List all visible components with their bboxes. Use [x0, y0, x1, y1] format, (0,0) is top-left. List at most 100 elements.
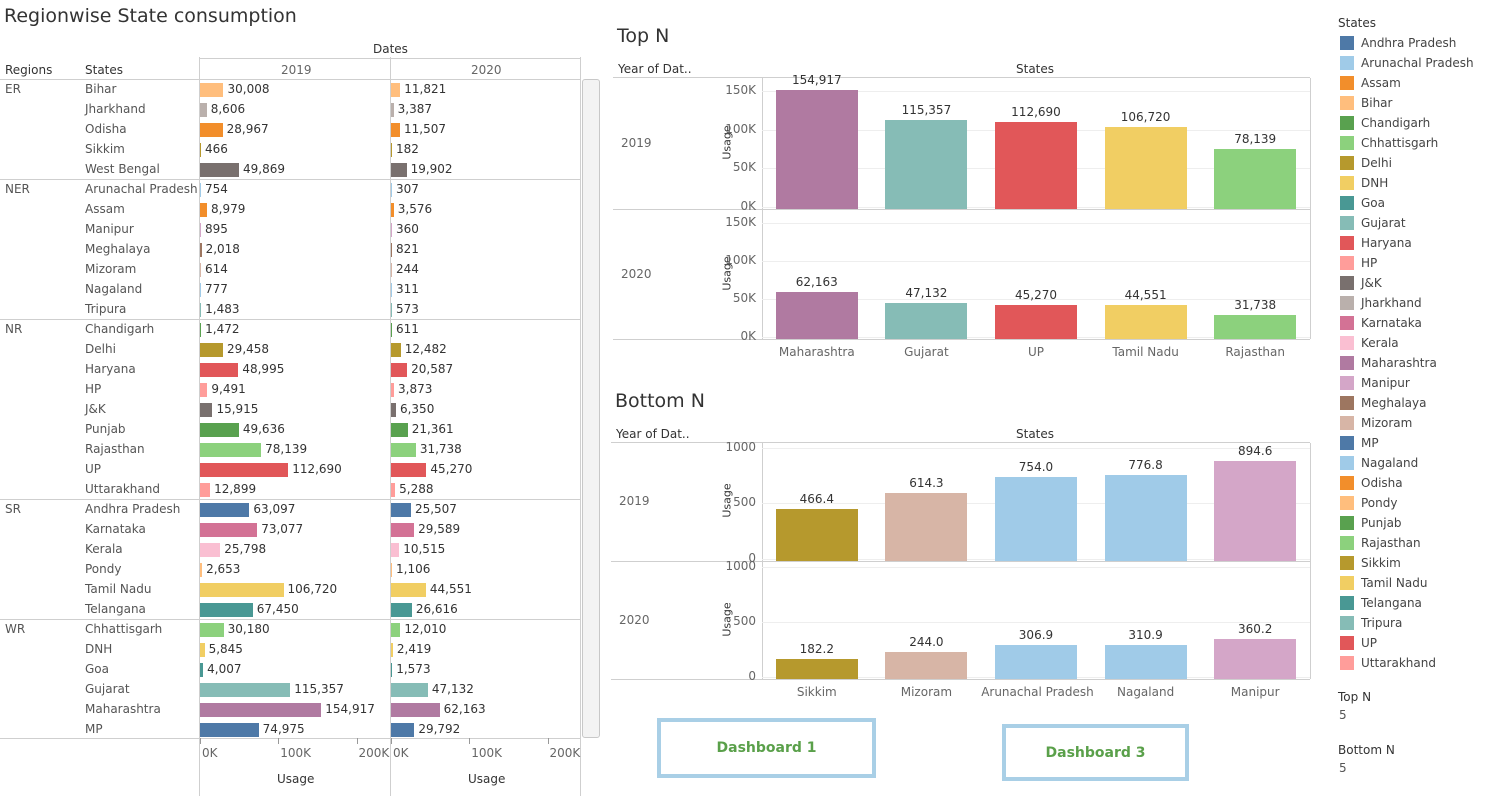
bar-value-label: 115,357	[901, 103, 952, 118]
bar-value-label: 106,720	[1120, 109, 1171, 124]
legend-item[interactable]: Bihar	[1340, 95, 1392, 111]
state-label: Nagaland	[85, 282, 143, 296]
legend-item[interactable]: Tamil Nadu	[1340, 575, 1427, 591]
legend-item[interactable]: Jharkhand	[1340, 295, 1422, 311]
states-header: States	[85, 63, 124, 77]
legend-swatch	[1340, 616, 1354, 630]
legend-label: Nagaland	[1361, 456, 1419, 470]
legend-item[interactable]: Rajasthan	[1340, 535, 1421, 551]
legend-swatch	[1340, 256, 1354, 270]
bar-2019	[200, 383, 208, 397]
dashboard-3-button[interactable]: Dashboard 3	[1002, 724, 1189, 781]
bar-2019	[200, 663, 204, 677]
year-label: 2019	[619, 494, 650, 508]
bar-2020	[391, 603, 412, 617]
legend-item[interactable]: Arunachal Pradesh	[1340, 55, 1474, 71]
bar-2020	[391, 703, 440, 717]
bar-2019	[200, 283, 201, 297]
legend-item[interactable]: Pondy	[1340, 495, 1397, 511]
legend-item[interactable]: Meghalaya	[1340, 395, 1426, 411]
bar-label-2020: 62,163	[443, 702, 486, 716]
legend-item[interactable]: Karnataka	[1340, 315, 1422, 331]
bar-2020	[391, 683, 428, 697]
legend-item[interactable]: Sikkim	[1340, 555, 1401, 571]
bar-label-2019: 49,636	[242, 422, 285, 436]
bar-label-2019: 12,899	[214, 482, 257, 496]
legend-swatch	[1340, 636, 1354, 650]
legend-item[interactable]: J&K	[1340, 275, 1382, 291]
legend-item[interactable]: Delhi	[1340, 155, 1392, 171]
legend-item[interactable]: Punjab	[1340, 515, 1402, 531]
legend-item[interactable]: Uttarakhand	[1340, 655, 1436, 671]
legend-item[interactable]: Mizoram	[1340, 415, 1412, 431]
legend-item[interactable]: UP	[1340, 635, 1377, 651]
y-tick-label: 1000	[725, 558, 756, 573]
legend-item[interactable]: Maharashtra	[1340, 355, 1437, 371]
bar-2019	[200, 263, 201, 277]
legend-item[interactable]: Goa	[1340, 195, 1385, 211]
legend-item[interactable]: Tripura	[1340, 615, 1402, 631]
chart-bar	[994, 122, 1078, 209]
bar-label-2019: 49,869	[243, 162, 286, 176]
y-tick-label: 0K	[740, 329, 756, 343]
legend-label: Mizoram	[1361, 416, 1413, 430]
bar-label-2020: 821	[396, 242, 419, 256]
chart-bar	[994, 645, 1078, 679]
legend-item[interactable]: DNH	[1340, 175, 1388, 191]
legend-item[interactable]: HP	[1340, 255, 1377, 271]
bar-label-2020: 573	[396, 302, 419, 316]
dates-header: Dates	[373, 42, 408, 56]
state-label: Haryana	[85, 362, 136, 376]
legend-item[interactable]: Andhra Pradesh	[1340, 35, 1456, 51]
bar-label-2019: 67,450	[256, 602, 299, 616]
legend-item[interactable]: Chandigarh	[1340, 115, 1430, 131]
legend-item[interactable]: Telangana	[1340, 595, 1422, 611]
legend-item[interactable]: Odisha	[1340, 475, 1403, 491]
axis-tick	[469, 738, 471, 744]
legend-item[interactable]: Nagaland	[1340, 455, 1418, 471]
state-label: Andhra Pradesh	[85, 502, 181, 516]
states-header: States	[1016, 427, 1055, 441]
legend-item[interactable]: Chhattisgarh	[1340, 135, 1438, 151]
x-tick-label: Tamil Nadu	[1112, 345, 1179, 359]
chart-bar	[994, 304, 1078, 339]
bar-2020	[391, 263, 392, 277]
legend-label: Telangana	[1361, 596, 1422, 610]
legend-swatch	[1340, 36, 1354, 50]
legend-swatch	[1340, 356, 1354, 370]
bar-label-2020: 19,902	[410, 162, 453, 176]
bar-2019	[200, 183, 201, 197]
legend-item[interactable]: Gujarat	[1340, 215, 1406, 231]
state-label: Punjab	[85, 422, 126, 436]
bottom-n-param-value[interactable]: 5	[1339, 761, 1347, 775]
bar-2019	[200, 83, 224, 97]
bar-label-2020: 360	[396, 222, 419, 236]
state-label: Meghalaya	[85, 242, 151, 256]
legend-item[interactable]: Kerala	[1340, 335, 1399, 351]
bar-2020	[391, 103, 394, 117]
bar-2019	[200, 483, 211, 497]
legend-swatch	[1340, 556, 1354, 570]
chart-bar	[1104, 305, 1187, 339]
dashboard-1-button[interactable]: Dashboard 1	[657, 718, 876, 778]
legend-item[interactable]: Manipur	[1340, 375, 1410, 391]
legend-label: Tamil Nadu	[1361, 576, 1428, 590]
regions-header: Regions	[5, 63, 53, 77]
top-n-param-value[interactable]: 5	[1339, 708, 1347, 722]
legend-item[interactable]: Assam	[1340, 75, 1401, 91]
legend-swatch	[1340, 56, 1354, 70]
bar-2019	[200, 363, 239, 377]
state-label: Tripura	[85, 302, 127, 316]
bar-label-2019: 63,097	[253, 502, 296, 516]
chart-bar	[1214, 461, 1297, 561]
bar-2019	[200, 123, 223, 137]
legend-item[interactable]: Haryana	[1340, 235, 1412, 251]
year-label: 2020	[619, 612, 650, 627]
bar-2019	[200, 403, 213, 417]
state-label: Tamil Nadu	[85, 582, 152, 596]
vertical-scrollbar[interactable]	[582, 79, 600, 738]
bottom-n-title: Bottom N	[615, 390, 705, 412]
state-label: Telangana	[85, 602, 146, 616]
legend-item[interactable]: MP	[1340, 435, 1379, 451]
bar-label-2019: 30,008	[227, 82, 270, 96]
